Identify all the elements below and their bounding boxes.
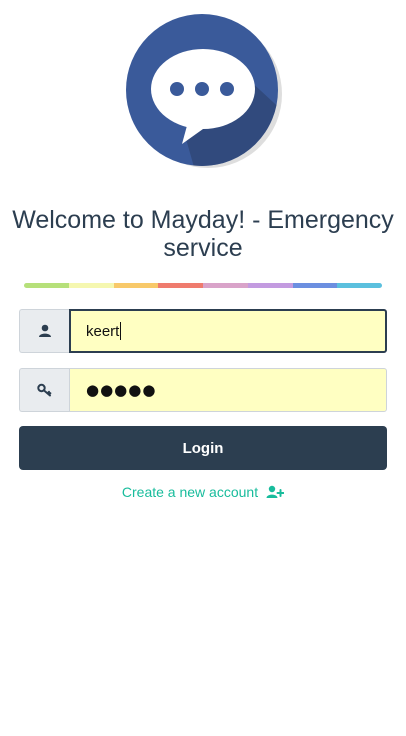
password-addon (19, 368, 69, 412)
username-addon (19, 309, 69, 353)
create-account-link[interactable]: Create a new account (0, 484, 406, 500)
login-page: Welcome to Mayday! - Emergency service k… (0, 0, 406, 736)
rainbow-segment (247, 283, 293, 288)
key-icon (36, 383, 51, 397)
password-input[interactable]: ●●●●● (69, 368, 387, 412)
add-user-icon (266, 485, 285, 499)
create-account-label: Create a new account (121, 484, 259, 500)
password-value: ●●●●● (86, 381, 157, 399)
rainbow-segment (203, 283, 248, 288)
rainbow-segment (113, 283, 159, 288)
chat-bubble-icon (126, 14, 282, 168)
password-field: ●●●●● (19, 368, 387, 412)
rainbow-segment (68, 283, 114, 288)
username-value: keert (86, 322, 120, 340)
rainbow-segment (337, 283, 382, 288)
username-field: keert (19, 309, 387, 353)
page-title: Welcome to Mayday! - Emergency service (12, 206, 394, 262)
rainbow-divider (24, 283, 382, 288)
text-caret (120, 322, 122, 340)
user-icon (38, 324, 51, 337)
app-logo (126, 14, 286, 174)
login-button[interactable]: Login (19, 426, 387, 470)
rainbow-segment (24, 283, 69, 288)
rainbow-segment (292, 283, 338, 288)
rainbow-segment (158, 283, 203, 288)
username-input[interactable]: keert (69, 309, 387, 353)
